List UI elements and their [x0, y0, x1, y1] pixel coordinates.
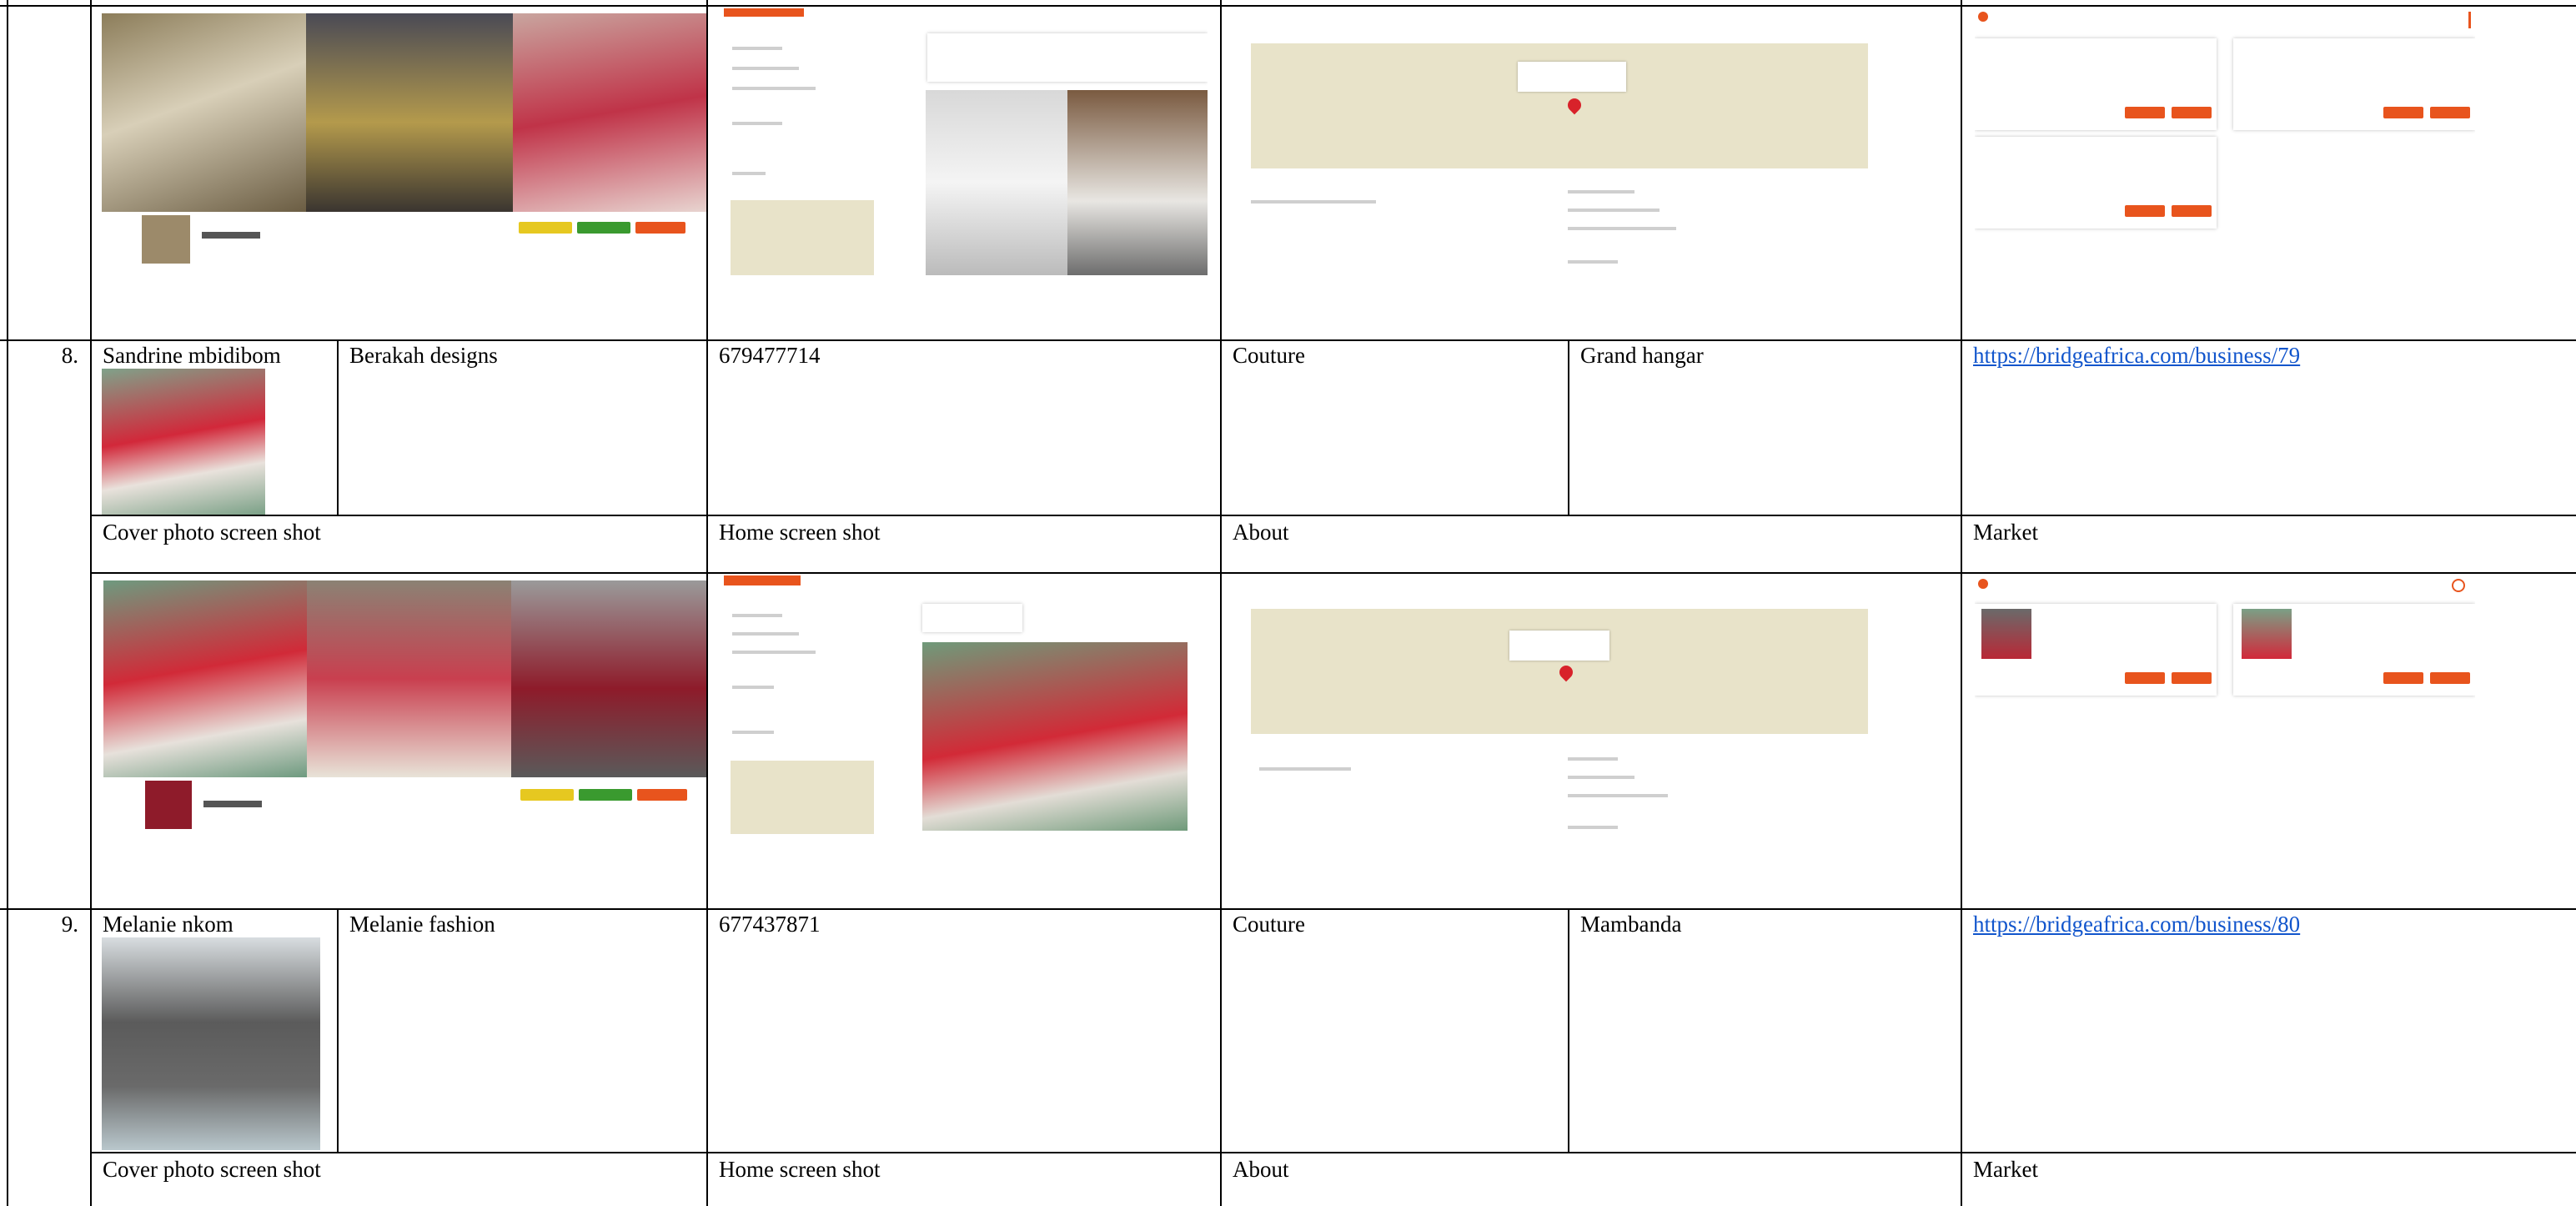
owner-name: Sandrine mbidibom	[103, 343, 281, 368]
home-label: Home screen shot	[719, 520, 881, 545]
business-link[interactable]: https://bridgeafrica.com/business/79	[1973, 342, 2300, 369]
home-label: Home screen shot	[719, 1157, 881, 1182]
cover-screenshot-2	[103, 580, 706, 832]
row-number: 8.	[61, 343, 78, 368]
business-link[interactable]: https://bridgeafrica.com/business/80	[1973, 911, 2300, 937]
owner-name: Melanie nkom	[103, 912, 233, 937]
cover-screenshot-1	[102, 13, 706, 264]
about-screenshot-1	[1234, 8, 1868, 334]
market-screenshot-1	[1975, 8, 2475, 234]
market-label: Market	[1973, 520, 2038, 545]
cover-label: Cover photo screen shot	[103, 520, 321, 545]
owner-photo	[102, 369, 265, 515]
location: Mambanda	[1580, 912, 1682, 937]
business-name: Melanie fashion	[349, 912, 495, 937]
home-screenshot-2	[724, 575, 1208, 834]
owner-photo	[102, 937, 320, 1150]
market-label: Market	[1973, 1157, 2038, 1182]
about-label: About	[1233, 520, 1289, 545]
about-label: About	[1233, 1157, 1289, 1182]
row-number: 9.	[61, 912, 78, 937]
home-screenshot-1	[724, 8, 1208, 275]
about-screenshot-2	[1234, 575, 1868, 902]
cover-label: Cover photo screen shot	[103, 1157, 321, 1182]
business-name: Berakah designs	[349, 343, 498, 368]
market-screenshot-2	[1975, 575, 2475, 699]
phone: 677437871	[719, 912, 821, 937]
category: Couture	[1233, 912, 1305, 937]
category: Couture	[1233, 343, 1305, 368]
phone: 679477714	[719, 343, 821, 368]
location: Grand hangar	[1580, 343, 1704, 368]
